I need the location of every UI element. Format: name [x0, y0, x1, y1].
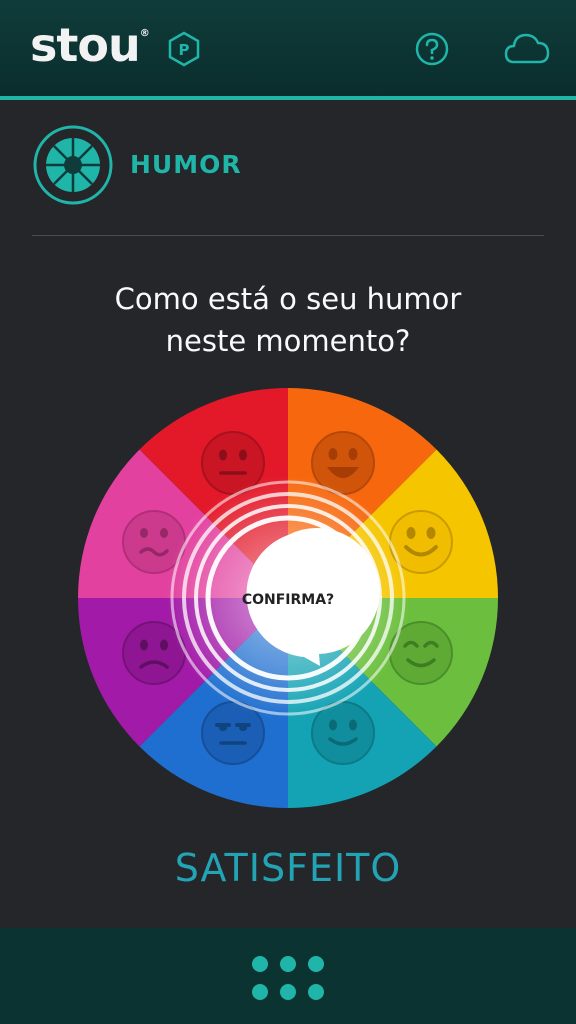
- question-line-2: neste momento?: [165, 324, 411, 358]
- logo-text: stou: [30, 18, 141, 72]
- question-text: Como está o seu humor neste momento?: [40, 278, 536, 362]
- grid-menu-icon[interactable]: [250, 954, 326, 1002]
- p-badge-icon[interactable]: P: [166, 31, 202, 67]
- cloud-icon[interactable]: [504, 30, 550, 68]
- p-badge-letter: P: [179, 41, 190, 59]
- top-bar: stou® P: [0, 0, 576, 100]
- question-line-1: Como está o seu humor: [114, 282, 462, 316]
- selected-mood-label: SATISFEITO: [174, 846, 402, 890]
- app-logo: stou®: [30, 18, 150, 72]
- help-icon[interactable]: [414, 31, 450, 67]
- section-header: HUMOR: [32, 124, 544, 210]
- humor-wheel-icon: [33, 125, 113, 205]
- confirm-label: CONFIRMA?: [242, 592, 334, 608]
- registered-mark: ®: [139, 28, 150, 39]
- mood-wheel[interactable]: CONFIRMA?: [78, 388, 498, 808]
- section-title: HUMOR: [130, 150, 242, 179]
- divider: [32, 235, 544, 236]
